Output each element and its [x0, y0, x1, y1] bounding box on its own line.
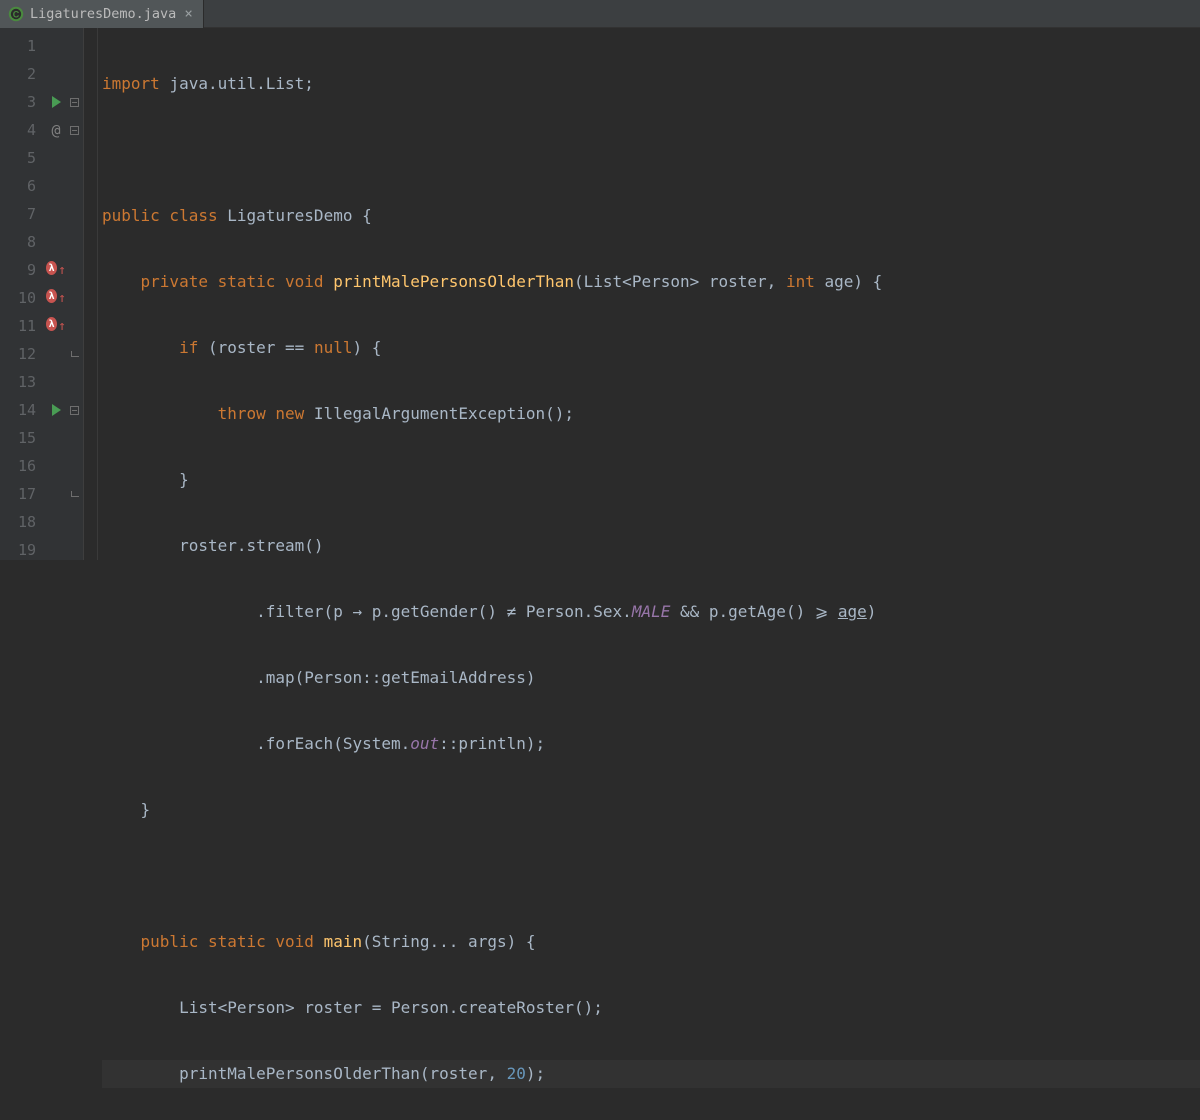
line-number: 14 — [0, 396, 46, 424]
fold-gutter — [66, 28, 84, 560]
code-line: List<Person> roster = Person.createRoste… — [102, 994, 1200, 1022]
run-icon[interactable] — [46, 88, 66, 116]
line-number: 16 — [0, 452, 46, 480]
code-line — [102, 136, 1200, 164]
annotation-icon[interactable]: @ — [51, 121, 60, 139]
lambda-gutter-icon[interactable]: λ↑ — [46, 312, 66, 340]
fold-toggle[interactable] — [66, 116, 83, 144]
svg-text:C: C — [13, 10, 20, 20]
code-line: .map(Person::getEmailAddress) — [102, 664, 1200, 692]
line-number: 11 — [0, 312, 46, 340]
code-line: .filter(p → p.getGender() ≠ Person.Sex.M… — [102, 598, 1200, 626]
code-line: public static void main(String... args) … — [102, 928, 1200, 956]
fold-toggle[interactable] — [66, 88, 83, 116]
line-number: 15 — [0, 424, 46, 452]
fold-end-icon[interactable] — [66, 340, 83, 368]
line-number: 3 — [0, 88, 46, 116]
line-number: 8 — [0, 228, 46, 256]
line-number: 18 — [0, 508, 46, 536]
line-number: 17 — [0, 480, 46, 508]
line-number: 5 — [0, 144, 46, 172]
code-line: public class LigaturesDemo { — [102, 202, 1200, 230]
line-number: 7 — [0, 200, 46, 228]
code-line-highlighted: printMalePersonsOlderThan(roster, 20); — [102, 1060, 1200, 1088]
code-line: } — [102, 466, 1200, 494]
indent-guide — [84, 28, 98, 560]
line-number: 1 — [0, 32, 46, 60]
lambda-gutter-icon[interactable]: λ↑ — [46, 284, 66, 312]
code-line: .forEach(System.out::println); — [102, 730, 1200, 758]
code-line: private static void printMalePersonsOlde… — [102, 268, 1200, 296]
close-tab-icon[interactable]: × — [182, 6, 194, 22]
line-number: 13 — [0, 368, 46, 396]
code-editor[interactable]: 1 2 3 4 5 6 7 8 9 10 11 12 13 14 15 16 1… — [0, 28, 1200, 560]
java-class-icon: C — [8, 6, 24, 22]
code-line: } — [102, 796, 1200, 824]
code-line — [102, 862, 1200, 890]
lambda-gutter-icon[interactable]: λ↑ — [46, 256, 66, 284]
tab-bar: C LigaturesDemo.java × — [0, 0, 1200, 28]
code-line: if (roster == null) { — [102, 334, 1200, 362]
code-area[interactable]: import java.util.List; public class Liga… — [98, 28, 1200, 560]
line-number: 9 — [0, 256, 46, 284]
fold-toggle[interactable] — [66, 396, 83, 424]
code-line: import java.util.List; — [102, 70, 1200, 98]
line-number: 6 — [0, 172, 46, 200]
gutter-markers: @ λ↑ λ↑ λ↑ — [46, 28, 66, 560]
editor-tab-ligaturesdemo[interactable]: C LigaturesDemo.java × — [0, 0, 204, 28]
line-number: 4 — [0, 116, 46, 144]
fold-end-icon[interactable] — [66, 480, 83, 508]
code-line: throw new IllegalArgumentException(); — [102, 400, 1200, 428]
line-number: 10 — [0, 284, 46, 312]
line-number: 2 — [0, 60, 46, 88]
code-line: roster.stream() — [102, 532, 1200, 560]
line-number-gutter: 1 2 3 4 5 6 7 8 9 10 11 12 13 14 15 16 1… — [0, 28, 46, 560]
line-number: 12 — [0, 340, 46, 368]
run-icon[interactable] — [46, 396, 66, 424]
tab-filename: LigaturesDemo.java — [30, 6, 176, 22]
